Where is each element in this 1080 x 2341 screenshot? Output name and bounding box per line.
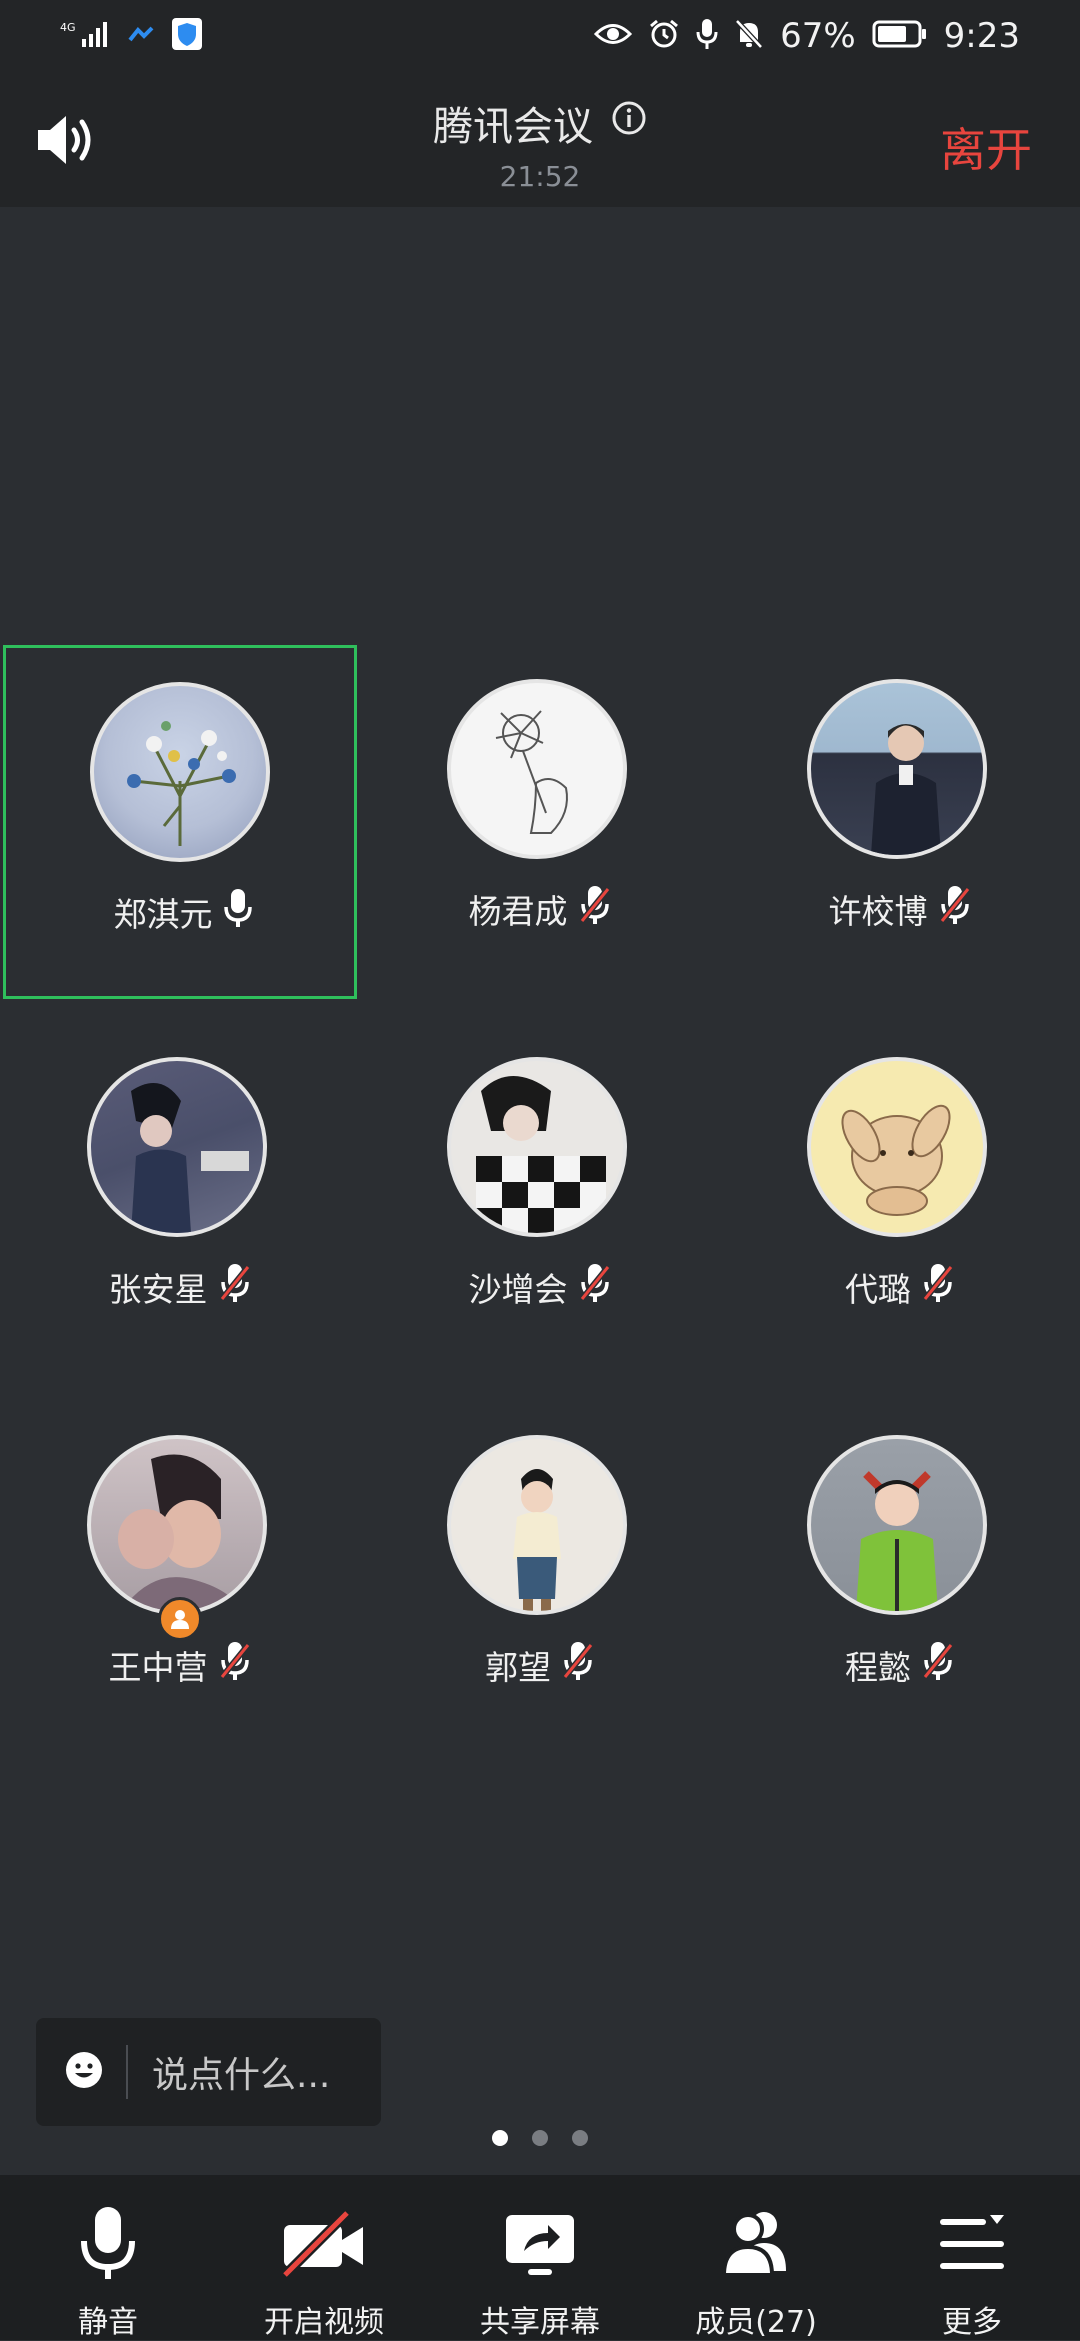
microphone-status-icon — [696, 18, 718, 54]
emoji-icon[interactable] — [64, 2050, 104, 2094]
share-screen-label: 共享屏幕 — [480, 2305, 600, 2340]
participant-name: 郑淇元 — [113, 895, 213, 934]
meeting-duration: 21:52 — [499, 160, 581, 193]
start-video-button[interactable]: 开启视频 — [224, 2175, 424, 2341]
members-button[interactable]: 成员(27) — [656, 2175, 856, 2341]
avatar — [87, 1435, 267, 1615]
share-screen-button[interactable]: 共享屏幕 — [440, 2175, 640, 2341]
participant-tile[interactable]: 郑淇元 — [3, 645, 357, 999]
participant-name-row: 张安星 — [3, 1263, 357, 1311]
host-badge — [158, 1597, 202, 1641]
clock: 9:23 — [943, 16, 1020, 56]
mute-label: 静音 — [78, 2305, 138, 2340]
members-label: 成员(27) — [695, 2305, 817, 2340]
page-dot[interactable] — [572, 2130, 588, 2146]
page-dot-active[interactable] — [492, 2130, 508, 2146]
mic-muted-icon — [921, 1263, 955, 1311]
status-right: 67% 9:23 — [593, 16, 1020, 56]
avatar — [90, 682, 270, 862]
participant-tile[interactable]: 王中营 — [3, 1401, 357, 1755]
svg-text:4G: 4G — [60, 21, 76, 34]
chat-divider — [126, 2045, 128, 2099]
avatar — [447, 1435, 627, 1615]
page-indicator — [0, 2130, 1080, 2146]
bell-off-icon — [734, 18, 764, 54]
participant-tile[interactable]: 程懿 — [723, 1401, 1077, 1755]
participant-tile[interactable]: 杨君成 — [363, 645, 717, 999]
chat-input[interactable]: 说点什么... — [36, 2018, 381, 2126]
participant-name: 沙增会 — [468, 1270, 568, 1309]
participant-tile[interactable]: 代璐 — [723, 1023, 1077, 1377]
mic-muted-icon — [921, 1641, 955, 1689]
mic-muted-icon — [938, 885, 972, 933]
status-left: 4G — [60, 18, 202, 54]
battery-percent: 67% — [780, 16, 856, 56]
mic-muted-icon — [561, 1641, 595, 1689]
participant-name: 程懿 — [845, 1648, 911, 1687]
mic-on-icon — [223, 888, 253, 936]
avatar — [447, 1057, 627, 1237]
mute-button[interactable]: 静音 — [8, 2175, 208, 2341]
cell-signal-icon: 4G — [60, 19, 112, 53]
battery-icon — [872, 19, 928, 53]
mic-muted-icon — [218, 1641, 252, 1689]
avatar — [87, 1057, 267, 1237]
page-dot[interactable] — [532, 2130, 548, 2146]
bottom-toolbar: 静音 开启视频 共享屏幕 成员(27) 更多 — [0, 2175, 1080, 2340]
avatar — [807, 1435, 987, 1615]
mic-muted-icon — [578, 1263, 612, 1311]
participant-name-row: 郑淇元 — [6, 888, 360, 936]
participant-tile[interactable]: 郭望 — [363, 1401, 717, 1755]
participant-name-row: 郭望 — [363, 1641, 717, 1689]
meeting-title-row[interactable]: 腾讯会议 — [433, 94, 647, 152]
start-video-label: 开启视频 — [264, 2305, 384, 2340]
mic-muted-icon — [218, 1263, 252, 1311]
title-area: 腾讯会议 21:52 — [0, 94, 1080, 193]
share-screen-icon — [502, 2205, 578, 2287]
participant-tile[interactable]: 许校博 — [723, 645, 1077, 999]
participant-name-row: 程懿 — [723, 1641, 1077, 1689]
members-icon — [714, 2205, 798, 2287]
participant-name-row: 沙增会 — [363, 1263, 717, 1311]
participant-name: 张安星 — [108, 1270, 208, 1309]
participant-name-row: 许校博 — [723, 885, 1077, 933]
video-off-icon — [279, 2205, 369, 2287]
participant-tile[interactable]: 张安星 — [3, 1023, 357, 1377]
participant-name: 代璐 — [845, 1270, 911, 1309]
app-notification-icon — [128, 24, 156, 48]
eye-icon — [593, 21, 633, 51]
participant-name: 王中营 — [108, 1648, 208, 1687]
chat-placeholder[interactable]: 说点什么... — [152, 2046, 330, 2098]
microphone-icon — [78, 2205, 138, 2287]
more-menu-icon — [936, 2205, 1008, 2287]
meeting-header: 腾讯会议 21:52 离开 — [0, 72, 1080, 207]
leave-button[interactable]: 离开 — [940, 114, 1032, 180]
avatar — [447, 679, 627, 859]
participant-name: 许校博 — [828, 892, 928, 931]
participant-name-row: 代璐 — [723, 1263, 1077, 1311]
participant-tile[interactable]: 沙增会 — [363, 1023, 717, 1377]
meeting-title: 腾讯会议 — [433, 104, 593, 150]
status-bar: 4G 67% 9:23 — [0, 0, 1080, 72]
participant-name: 郭望 — [485, 1648, 551, 1687]
participant-name-row: 杨君成 — [363, 885, 717, 933]
alarm-icon — [648, 18, 680, 54]
more-button[interactable]: 更多 — [872, 2175, 1072, 2341]
avatar — [807, 679, 987, 859]
shield-icon — [172, 18, 202, 54]
more-label: 更多 — [942, 2305, 1002, 2340]
avatar — [807, 1057, 987, 1237]
participant-name: 杨君成 — [468, 892, 568, 931]
info-icon[interactable] — [611, 100, 647, 146]
mic-muted-icon — [578, 885, 612, 933]
participant-name-row: 王中营 — [3, 1641, 357, 1689]
